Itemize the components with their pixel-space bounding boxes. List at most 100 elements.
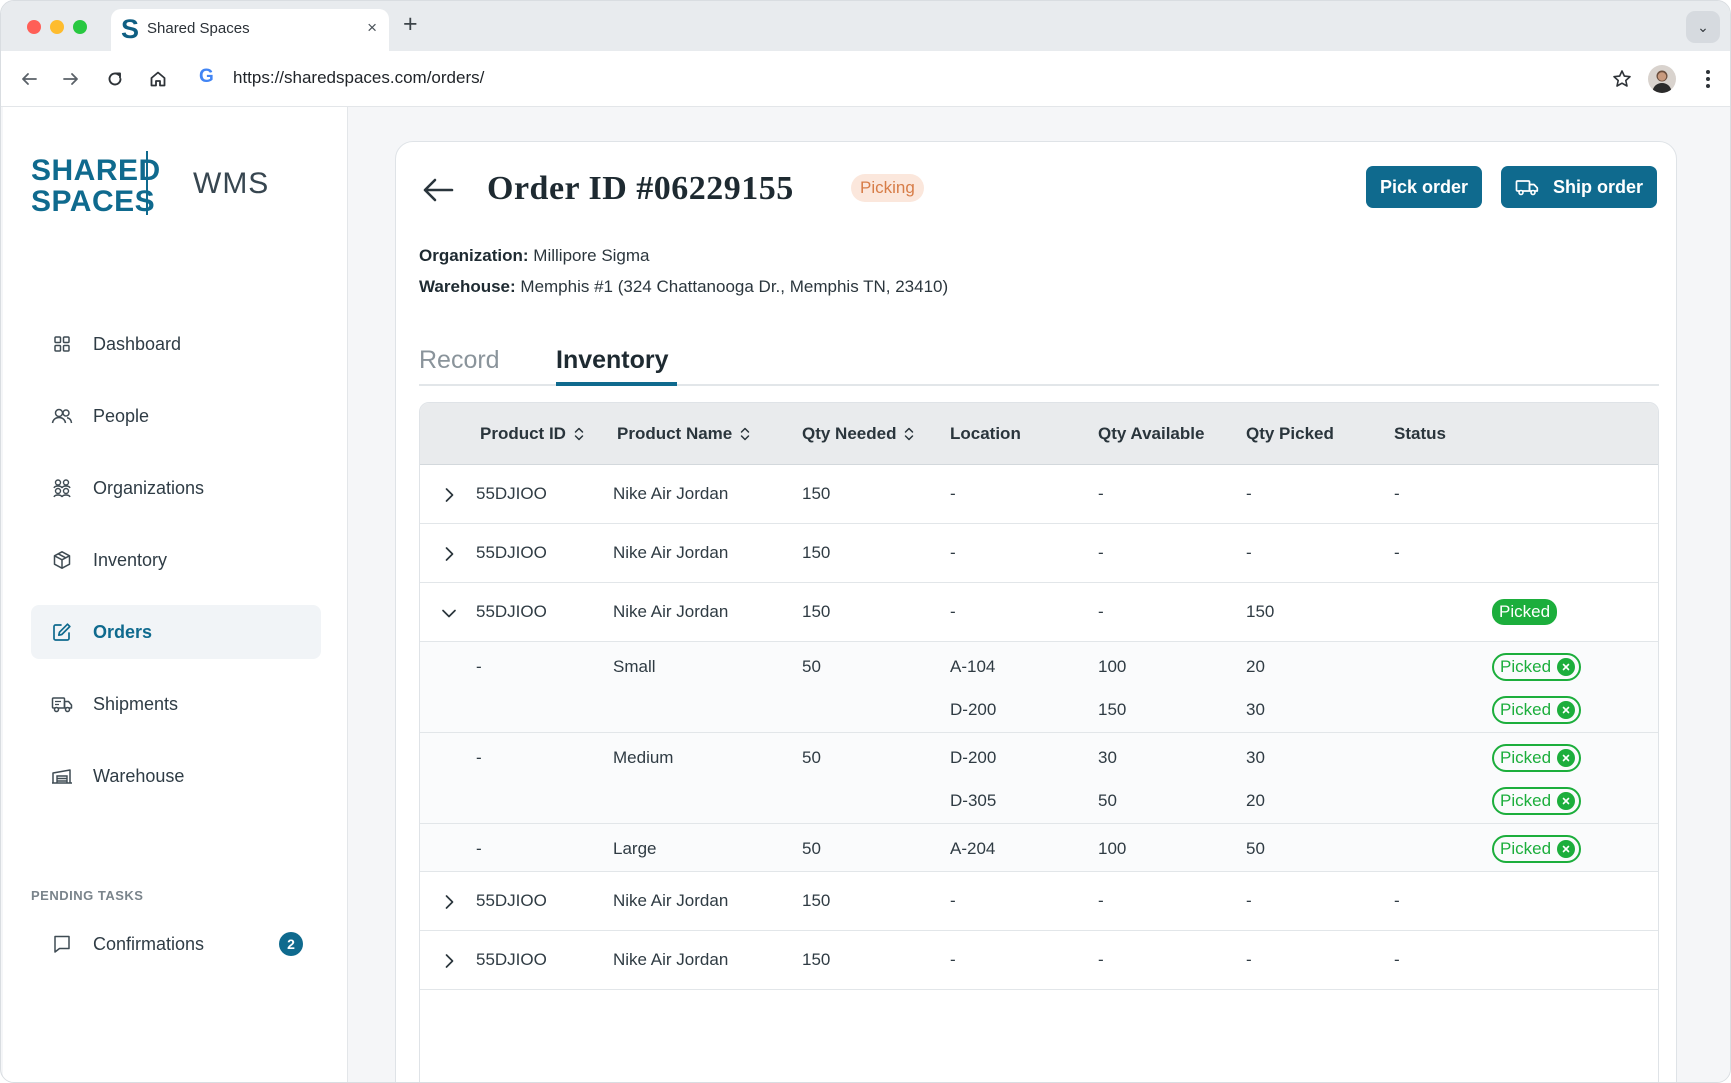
sidebar-item-shipments[interactable]: Shipments: [31, 677, 321, 731]
profile-avatar[interactable]: [1648, 65, 1676, 93]
picked-status-chip[interactable]: Picked: [1492, 653, 1582, 681]
url-field[interactable]: https://sharedspaces.com/orders/: [233, 68, 484, 88]
tab-record[interactable]: Record: [419, 346, 500, 375]
cell-product-name: Nike Air Jordan: [613, 602, 729, 621]
maximize-window-button[interactable]: [73, 20, 87, 34]
forward-icon[interactable]: [57, 65, 85, 93]
browser-tab[interactable]: S Shared Spaces ×: [111, 9, 389, 51]
column-header-product-id[interactable]: Product ID: [480, 424, 584, 444]
cell-qty-needed: 50: [802, 657, 821, 676]
cell-qty-picked: -: [1246, 484, 1252, 503]
cell-location: D-200: [950, 748, 997, 767]
back-icon[interactable]: [15, 65, 43, 93]
table-row-expanded[interactable]: 55DJIOO Nike Air Jordan 150 - - 150 Pick…: [420, 583, 1658, 642]
table-row[interactable]: 55DJIOO Nike Air Jordan 150 - - - -: [420, 465, 1658, 524]
chevron-right-icon[interactable]: [438, 891, 460, 913]
cell-qty-available: 150: [1098, 700, 1127, 719]
cell-product-name: Large: [613, 839, 657, 858]
chip-label: Picked: [1500, 657, 1552, 676]
remove-icon[interactable]: [1557, 792, 1576, 810]
pending-tasks-heading: PENDING TASKS: [31, 888, 144, 903]
column-header-label: Product Name: [617, 424, 733, 443]
truck-icon: [51, 693, 73, 715]
picked-status-chip[interactable]: Picked: [1492, 835, 1582, 863]
picked-status-chip[interactable]: Picked: [1492, 744, 1582, 772]
cell-qty-needed: 50: [802, 748, 821, 767]
chevron-right-icon[interactable]: [438, 543, 460, 565]
sidebar-item-inventory[interactable]: Inventory: [31, 533, 321, 587]
sidebar-nav: Dashboard People Organizations Inventory: [31, 317, 321, 821]
sidebar-item-label: Dashboard: [93, 333, 182, 354]
sidebar-item-label: Shipments: [93, 693, 179, 714]
detail-tabs: Record Inventory: [419, 342, 1659, 386]
chevron-right-icon[interactable]: [438, 484, 460, 506]
confirmations-count-badge: 2: [279, 932, 303, 956]
sidebar-item-label: Confirmations: [93, 933, 205, 954]
reload-icon[interactable]: [101, 65, 129, 93]
column-header-qty-needed[interactable]: Qty Needed: [802, 424, 914, 444]
picked-status-chip[interactable]: Picked: [1492, 696, 1582, 724]
sidebar-item-label: Orders: [93, 621, 153, 642]
minimize-window-button[interactable]: [50, 20, 64, 34]
cell-location: A-204: [950, 839, 996, 858]
more-menu-icon[interactable]: [1694, 65, 1722, 93]
sidebar-item-dashboard[interactable]: Dashboard: [31, 317, 321, 371]
sidebar-item-label: Inventory: [93, 549, 168, 570]
sort-icon: [740, 426, 750, 442]
cell-product-id: -: [476, 748, 482, 767]
tab-search-button[interactable]: ⌄: [1686, 11, 1720, 43]
sidebar: SHARED SPACES WMS Dashboard People Organ…: [3, 107, 348, 1082]
warehouse-value: Memphis #1 (324 Chattanooga Dr., Memphis…: [520, 277, 949, 296]
close-tab-icon[interactable]: ×: [367, 18, 377, 38]
organization-line: Organization: Millipore Sigma: [419, 246, 650, 266]
google-icon: G: [199, 66, 214, 87]
cell-location: -: [950, 891, 956, 910]
pick-order-button[interactable]: Pick order: [1366, 166, 1482, 208]
cell-product-name: Nike Air Jordan: [613, 484, 729, 503]
picked-status-chip[interactable]: Picked: [1492, 787, 1582, 815]
column-header-product-name[interactable]: Product Name: [617, 424, 750, 444]
table-row[interactable]: 55DJIOO Nike Air Jordan 150 - - - -: [420, 872, 1658, 931]
sidebar-item-label: People: [93, 405, 150, 426]
variant-row-small: - Small 50 A-104 100 20 Picked D-200 150…: [420, 642, 1658, 733]
ship-order-label: Ship order: [1552, 176, 1643, 197]
status-badge: Picking: [851, 174, 924, 202]
sidebar-item-warehouse[interactable]: Warehouse: [31, 749, 321, 803]
table-row[interactable]: 55DJIOO Nike Air Jordan 150 - - - -: [420, 931, 1658, 990]
truck-icon: [1515, 178, 1539, 196]
tab-inventory[interactable]: Inventory: [556, 346, 669, 375]
remove-icon[interactable]: [1557, 749, 1576, 767]
sidebar-item-orders[interactable]: Orders: [31, 605, 321, 659]
cell-qty-picked: 50: [1246, 839, 1265, 858]
sidebar-item-confirmations[interactable]: Confirmations 2: [31, 917, 321, 971]
logo-wms: WMS: [193, 167, 270, 200]
column-header-label: Product ID: [480, 424, 566, 443]
remove-icon[interactable]: [1557, 658, 1576, 676]
cell-qty-picked: 30: [1246, 700, 1265, 719]
organizations-icon: [51, 477, 73, 499]
remove-icon[interactable]: [1557, 701, 1576, 719]
close-window-button[interactable]: [27, 20, 41, 34]
cell-qty-available: 100: [1098, 657, 1127, 676]
people-icon: [51, 405, 73, 427]
cell-qty-picked: -: [1246, 891, 1252, 910]
logo-line-1: SHARED: [31, 154, 161, 187]
bookmark-star-icon[interactable]: [1608, 65, 1636, 93]
remove-icon[interactable]: [1557, 840, 1576, 858]
cell-qty-needed: 50: [802, 839, 821, 858]
cell-product-id: 55DJIOO: [476, 950, 547, 969]
sidebar-item-label: Organizations: [93, 477, 205, 498]
cell-location: D-305: [950, 791, 997, 810]
back-arrow-icon[interactable]: [420, 172, 456, 208]
new-tab-button[interactable]: +: [403, 12, 418, 37]
ship-order-button[interactable]: Ship order: [1501, 166, 1657, 208]
edit-icon: [51, 621, 73, 643]
chevron-down-icon[interactable]: [438, 602, 460, 624]
sidebar-item-organizations[interactable]: Organizations: [31, 461, 321, 515]
chevron-right-icon[interactable]: [438, 950, 460, 972]
column-header-label: Status: [1394, 424, 1446, 443]
cell-product-id: 55DJIOO: [476, 484, 547, 503]
sidebar-item-people[interactable]: People: [31, 389, 321, 443]
table-row[interactable]: 55DJIOO Nike Air Jordan 150 - - - -: [420, 524, 1658, 583]
home-icon[interactable]: [144, 65, 172, 93]
